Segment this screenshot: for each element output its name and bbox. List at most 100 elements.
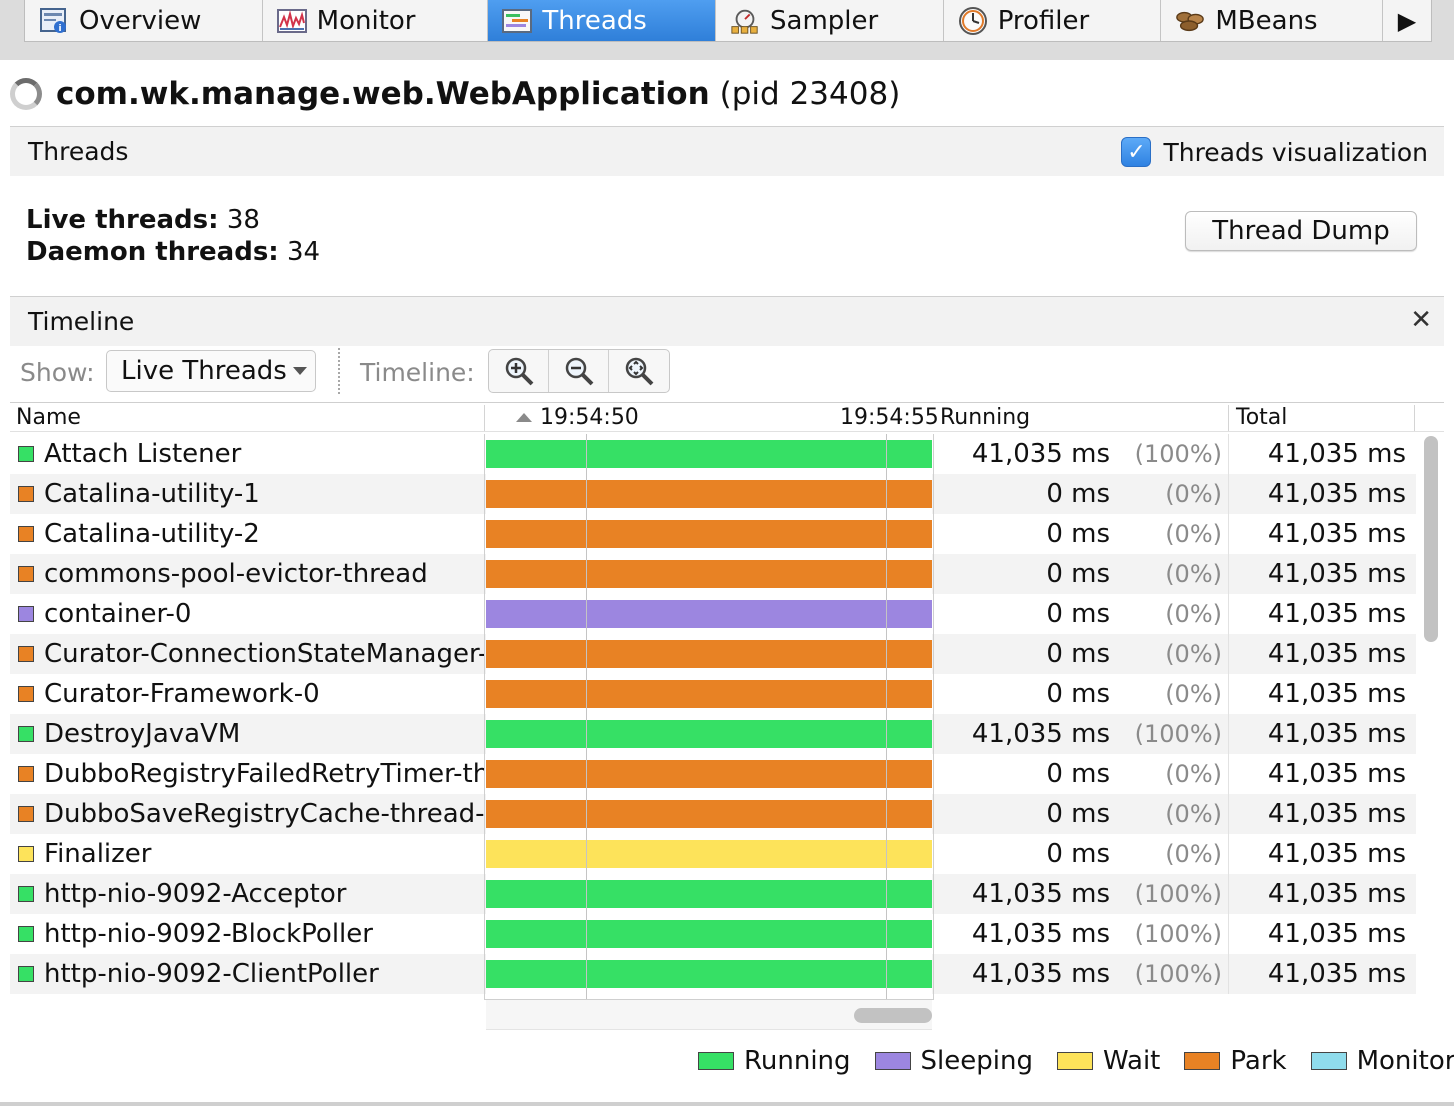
- zoom-fit-button[interactable]: [609, 350, 669, 392]
- daemon-threads-stat: Daemon threads: 34: [26, 236, 320, 268]
- thread-name: DubboRegistryFailedRetryTimer-th: [44, 759, 484, 789]
- tab-monitor[interactable]: Monitor: [263, 0, 489, 41]
- total-time: 41,035 ms: [1228, 754, 1406, 794]
- checkbox-checked-icon[interactable]: ✓: [1121, 137, 1152, 167]
- thread-state-bar: [486, 880, 932, 908]
- total-time: 41,035 ms: [1228, 594, 1406, 634]
- tab-label: Threads: [542, 5, 647, 36]
- tab-label: Overview: [79, 5, 202, 36]
- timeline-start-time: 19:54:50: [540, 404, 639, 430]
- thread-name: container-0: [44, 599, 192, 629]
- column-header-total-label: Total: [1236, 404, 1288, 430]
- column-divider[interactable]: [1414, 405, 1415, 431]
- legend-swatch: [1184, 1052, 1221, 1070]
- show-dropdown[interactable]: Live Threads: [106, 350, 316, 392]
- tab-threads[interactable]: Threads: [488, 0, 717, 41]
- thread-state-indicator: [18, 606, 34, 622]
- thread-dump-button[interactable]: Thread Dump: [1185, 211, 1417, 251]
- thread-name-cell: http-nio-9092-Acceptor: [10, 874, 484, 914]
- tab-mbeans[interactable]: MBeans: [1161, 0, 1384, 41]
- tab-profiler[interactable]: Profiler: [944, 0, 1162, 41]
- thread-state-bar: [486, 840, 932, 868]
- table-row[interactable]: http-nio-9092-BlockPoller 41,035 ms (100%)…: [10, 914, 1416, 954]
- thread-name: http-nio-9092-BlockPoller: [44, 919, 373, 949]
- state-legend: Running Sleeping Wait Park Monitor: [698, 1046, 1454, 1076]
- live-threads-label: Live threads:: [26, 205, 219, 235]
- timeline-gridline: [886, 434, 887, 1000]
- table-row[interactable]: http-nio-9092-ClientPoller 41,035 ms (100%…: [10, 954, 1416, 994]
- table-row[interactable]: http-nio-9092-Acceptor 41,035 ms (100%) 41,…: [10, 874, 1416, 914]
- horizontal-scrollbar[interactable]: [854, 1008, 932, 1023]
- thread-state-indicator: [18, 686, 34, 702]
- table-row[interactable]: Catalina-utility-1 0 ms (0%) 41,035 ms: [10, 474, 1416, 514]
- thread-name-cell: Catalina-utility-2: [10, 514, 484, 554]
- legend-swatch: [1056, 1052, 1093, 1070]
- running-percent: (0%): [1165, 760, 1222, 788]
- column-divider[interactable]: [1228, 405, 1229, 431]
- thread-name-cell: Curator-Framework-0: [10, 674, 484, 714]
- thread-timeline-cell: [486, 634, 932, 674]
- running-time: 41,035 ms: [971, 719, 1110, 749]
- thread-name: DubboSaveRegistryCache-thread-1: [44, 799, 484, 829]
- running-percent: (0%): [1165, 840, 1222, 868]
- zoom-in-icon: [505, 357, 533, 386]
- thread-state-indicator: [18, 766, 34, 782]
- table-row[interactable]: DubboRegistryFailedRetryTimer-th 0 ms (0%)…: [10, 754, 1416, 794]
- table-row[interactable]: DestroyJavaVM 41,035 ms (100%) 41,035 ms: [10, 714, 1416, 754]
- legend-swatch: [698, 1052, 734, 1070]
- overview-icon: i: [39, 7, 69, 35]
- running-percent: (0%): [1165, 680, 1222, 708]
- total-time: 41,035 ms: [1228, 834, 1406, 874]
- table-row[interactable]: Attach Listener 41,035 ms (100%) 41,035 ms: [10, 434, 1416, 474]
- tab-label: MBeans: [1215, 5, 1318, 36]
- thread-timeline-cell: [486, 434, 932, 474]
- threads-table-header: Name 19:54:50 19:54:55 Running Total: [10, 402, 1444, 432]
- column-header-name[interactable]: Name: [16, 403, 81, 431]
- column-header-name-label: Name: [16, 404, 81, 430]
- table-row[interactable]: container-0 0 ms (0%) 41,035 ms: [10, 594, 1416, 634]
- tab-label: Profiler: [997, 5, 1090, 36]
- threads-visualization-toggle[interactable]: ✓ Threads visualization: [1121, 137, 1428, 167]
- thread-name-cell: DubboSaveRegistryCache-thread-1: [10, 794, 484, 834]
- thread-state-bar: [486, 440, 932, 468]
- zoom-fit-icon: [625, 357, 654, 386]
- table-row[interactable]: commons-pool-evictor-thread 0 ms (0%) 41,03…: [10, 554, 1416, 594]
- thread-name: http-nio-9092-Acceptor: [44, 879, 347, 909]
- thread-state-bar: [486, 480, 932, 508]
- column-header-running[interactable]: Running: [940, 403, 1030, 431]
- thread-state-bar: [486, 600, 932, 628]
- table-row[interactable]: Catalina-utility-2 0 ms (0%) 41,035 ms: [10, 514, 1416, 554]
- thread-timeline-cell: [486, 514, 932, 554]
- legend-label: Running: [744, 1046, 851, 1076]
- close-icon[interactable]: ✕: [1410, 305, 1432, 335]
- running-time: 0 ms: [1046, 639, 1110, 669]
- total-time: 41,035 ms: [1228, 634, 1406, 674]
- timeline-toolbar: Show: Live Threads Timeline:: [10, 346, 1444, 398]
- running-percent: (0%): [1165, 800, 1222, 828]
- live-threads-value: 38: [226, 205, 260, 235]
- table-row[interactable]: Finalizer 0 ms (0%) 41,035 ms: [10, 834, 1416, 874]
- tab-overview[interactable]: i Overview: [25, 0, 263, 41]
- table-row[interactable]: Curator-Framework-0 0 ms (0%) 41,035 ms: [10, 674, 1416, 714]
- zoom-in-button[interactable]: [489, 350, 549, 392]
- tab-sampler[interactable]: Sampler: [716, 0, 944, 41]
- zoom-out-button[interactable]: [549, 350, 609, 392]
- tab-label: Sampler: [770, 5, 879, 36]
- running-percent: (0%): [1165, 600, 1222, 628]
- thread-name-cell: commons-pool-evictor-thread: [10, 554, 484, 594]
- column-header-timeline[interactable]: 19:54:50: [516, 403, 639, 431]
- running-percent: (100%): [1134, 880, 1222, 908]
- thread-timeline-cell: [486, 914, 932, 954]
- total-time: 41,035 ms: [1228, 514, 1406, 554]
- thread-state-indicator: [18, 966, 34, 982]
- vertical-scrollbar[interactable]: [1424, 436, 1438, 642]
- tab-scroll-right-button[interactable]: ▶: [1383, 0, 1431, 41]
- thread-state-indicator: [18, 566, 34, 582]
- table-row[interactable]: DubboSaveRegistryCache-thread-1 0 ms (0%) 4…: [10, 794, 1416, 834]
- thread-state-bar: [486, 680, 932, 708]
- threads-visualization-label: Threads visualization: [1163, 137, 1428, 167]
- column-divider[interactable]: [484, 405, 485, 431]
- timeline-section-title: Timeline: [28, 307, 135, 336]
- column-header-total[interactable]: Total: [1236, 403, 1287, 431]
- table-row[interactable]: Curator-ConnectionStateManager- 0 ms (0%) 4…: [10, 634, 1416, 674]
